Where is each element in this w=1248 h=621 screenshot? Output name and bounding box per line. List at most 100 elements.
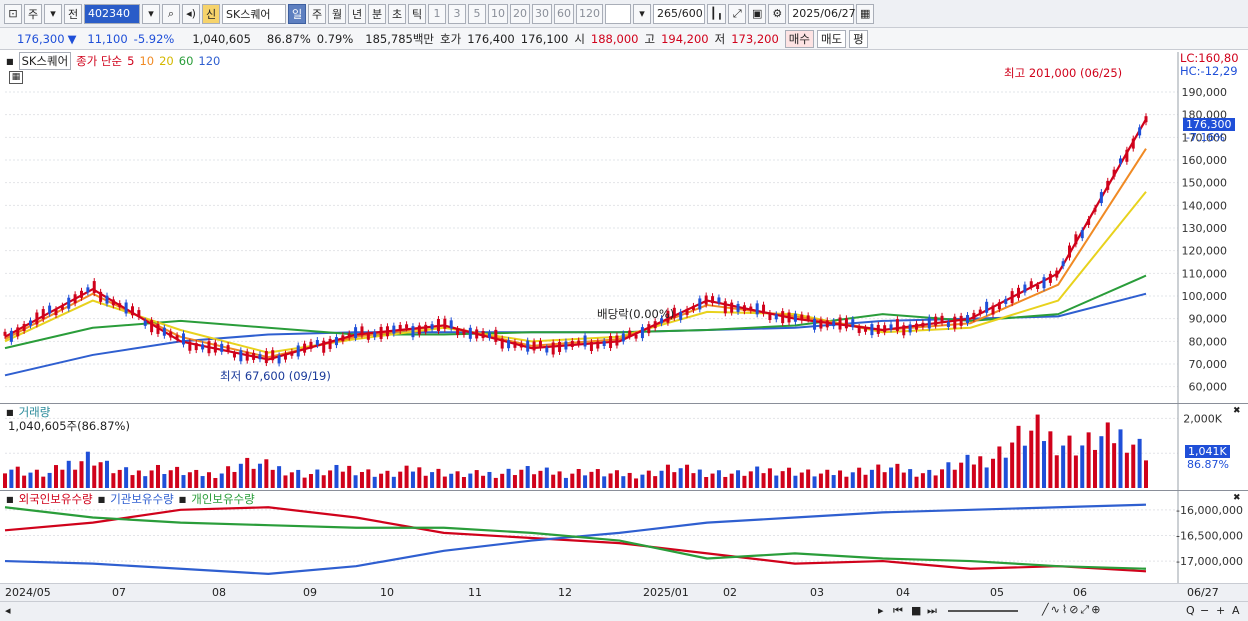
period-main-select[interactable]: 주 — [24, 3, 42, 24]
period-second[interactable]: 초 — [388, 3, 406, 24]
volume-bar — [379, 473, 384, 488]
candle — [736, 303, 740, 312]
stock-code-input[interactable]: 402340 — [84, 3, 140, 24]
volume-bar — [1080, 445, 1085, 488]
volume-bar — [449, 473, 454, 488]
candle — [551, 342, 555, 355]
volume-bar — [410, 471, 415, 488]
period-month[interactable]: 월 — [328, 3, 346, 24]
candle-icon[interactable]: ┃╻ — [707, 3, 727, 24]
volume-bar — [41, 476, 46, 488]
minute-60[interactable]: 60 — [554, 3, 574, 24]
chart-type-icon[interactable]: ⊡ — [4, 3, 22, 24]
dropdown-icon[interactable]: ▾ — [44, 3, 62, 24]
candle — [1080, 230, 1084, 239]
stock-name-field[interactable]: SK스퀘어 — [222, 3, 286, 24]
candle — [424, 324, 428, 332]
stop-icon[interactable]: ■ — [911, 604, 921, 617]
candle — [481, 331, 485, 339]
y-tick-label: 120,000 — [1182, 245, 1228, 258]
minute-3[interactable]: 3 — [448, 3, 466, 24]
volume-bar — [1073, 455, 1078, 488]
period-tick[interactable]: 틱 — [408, 3, 426, 24]
minute-1[interactable]: 1 — [428, 3, 446, 24]
volume-bar — [882, 472, 887, 488]
candle — [1004, 298, 1008, 304]
search-icon[interactable]: ⌕ — [162, 3, 180, 24]
y-tick-label: 150,000 — [1182, 177, 1228, 190]
period-year[interactable]: 년 — [348, 3, 366, 24]
prev-button[interactable]: 전 — [64, 3, 82, 24]
volume-bar — [200, 476, 205, 488]
close-icon[interactable]: ✖ — [1233, 406, 1241, 416]
count-field[interactable]: 265/600 — [653, 3, 705, 24]
volume-current-pct: 86.87% — [1187, 458, 1229, 471]
scrollbar[interactable]: ◂ ▸ ⏮ ■ ⏭ ╱∿⌇⊘⤢⊕ Q − + A — [0, 601, 1248, 621]
save-icon[interactable]: ▣ — [748, 3, 767, 24]
font-icon[interactable]: A — [1232, 604, 1240, 617]
holding-chart: -16,000,000 -16,500,000 -17,000,000 — [4, 491, 1243, 583]
volume-bar — [321, 475, 326, 488]
volume-bar — [3, 473, 7, 488]
minute-30[interactable]: 30 — [532, 3, 552, 24]
volume-bar — [965, 454, 970, 488]
plus-icon[interactable]: + — [1216, 604, 1225, 617]
scroll-right-icon[interactable]: ▸ — [878, 604, 884, 617]
candle — [475, 329, 479, 339]
volume-bar — [481, 475, 486, 488]
minute-120[interactable]: 120 — [576, 3, 603, 24]
drawing-tools-icon[interactable]: ╱∿⌇⊘⤢⊕ — [1042, 603, 1102, 617]
y-tick-label: 190,000 — [1182, 86, 1228, 99]
x-tick: 04 — [896, 586, 910, 599]
code-dropdown-icon[interactable]: ▾ — [142, 3, 160, 24]
y-tick-label: 90,000 — [1189, 313, 1228, 326]
volume-bar — [1099, 436, 1104, 488]
volume-bar — [493, 477, 498, 488]
hoga-label: 호가 — [440, 31, 462, 46]
volume-bar — [308, 474, 313, 488]
minute-custom-field[interactable] — [605, 3, 631, 24]
candle — [717, 297, 721, 303]
period-minute[interactable]: 분 — [368, 3, 386, 24]
first-icon[interactable]: ⏮ — [893, 604, 903, 618]
minute-5[interactable]: 5 — [468, 3, 486, 24]
volume-bar — [927, 469, 932, 488]
scroll-left-icon[interactable]: ◂ — [5, 604, 11, 617]
volume-bar — [863, 474, 868, 488]
candle — [1061, 261, 1065, 267]
ask-price: 176,400 — [467, 31, 515, 46]
minute-20[interactable]: 20 — [510, 3, 530, 24]
candle — [9, 330, 13, 342]
volume-bar — [844, 476, 849, 488]
calendar-icon[interactable]: ▦ — [856, 3, 875, 24]
gear-icon[interactable]: ⚙ — [768, 3, 787, 24]
count-value: 265 — [657, 7, 678, 20]
period-day[interactable]: 일 — [288, 3, 306, 24]
candle — [1010, 291, 1014, 304]
turnover-ratio: 0.79% — [316, 31, 354, 46]
sell-button[interactable]: 매도 — [816, 29, 847, 48]
minus-icon[interactable]: − — [1200, 604, 1209, 617]
volume-bar — [602, 476, 607, 488]
close-icon[interactable]: ✖ — [1233, 493, 1241, 503]
average-button[interactable]: 평 — [849, 29, 868, 48]
zoom-slider[interactable] — [948, 610, 1018, 612]
zoom-out-icon[interactable]: Q — [1186, 604, 1195, 617]
last-icon[interactable]: ⏭ — [927, 604, 937, 618]
candle — [832, 321, 836, 327]
minute-10[interactable]: 10 — [488, 3, 508, 24]
candle — [711, 296, 715, 304]
buy-button[interactable]: 매수 — [784, 29, 814, 48]
x-tick: 02 — [723, 586, 737, 599]
candle — [48, 305, 52, 314]
volume-bar — [461, 477, 466, 488]
minute-dropdown-icon[interactable]: ▾ — [633, 3, 651, 24]
volume-bar — [978, 456, 983, 488]
date-field[interactable]: 2025/06/27 — [788, 3, 856, 24]
candle — [328, 338, 332, 349]
period-week[interactable]: 주 — [308, 3, 326, 24]
speaker-icon[interactable]: ◂) — [182, 3, 200, 24]
draw-tool-icon[interactable]: ⤢ — [728, 3, 747, 24]
volume-bar — [659, 470, 664, 488]
volume-bar — [162, 474, 167, 488]
